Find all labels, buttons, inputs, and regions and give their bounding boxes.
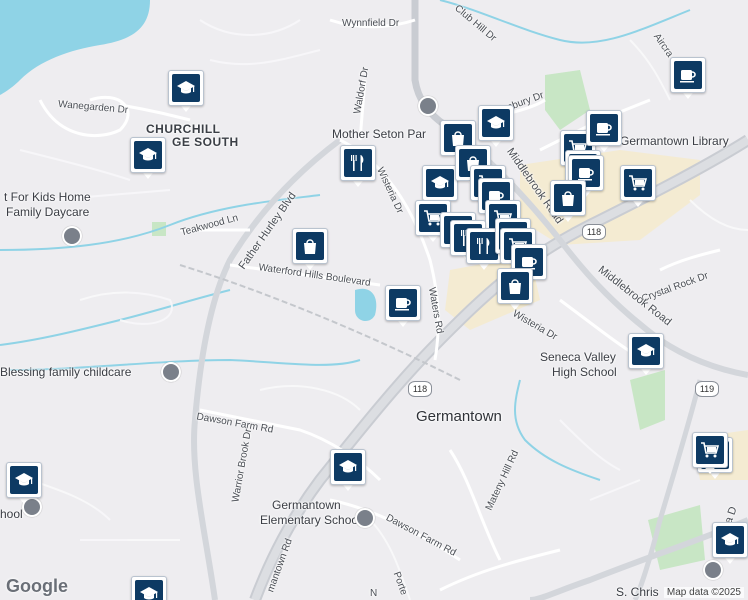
school-icon: [721, 533, 739, 546]
cafe-marker[interactable]: [670, 57, 706, 101]
route-119-shield: 119: [695, 381, 719, 397]
shopping-icon: [509, 279, 521, 294]
marker-frame: [168, 70, 204, 106]
label-s-chris: S. Chris: [616, 585, 659, 599]
marker-badge: [590, 114, 618, 142]
marker-frame: [712, 522, 748, 558]
marker-frame: [340, 145, 376, 181]
shopping-marker[interactable]: [497, 268, 533, 312]
marker-badge: [426, 169, 454, 197]
school-marker[interactable]: [131, 576, 167, 600]
label-wynnfield-dr: Wynnfield Dr: [342, 18, 400, 29]
cafe-marker[interactable]: [586, 110, 622, 154]
poi-blessing-childcare[interactable]: [161, 362, 181, 382]
marker-frame: [628, 333, 664, 369]
marker-frame: [131, 576, 167, 600]
marker-badge: [554, 184, 582, 212]
marker-badge: [482, 109, 510, 137]
marker-frame: [385, 285, 421, 321]
marker-badge: [389, 289, 417, 317]
route-118-shield-2: 118: [582, 224, 606, 240]
marker-badge: [344, 149, 372, 177]
map-canvas[interactable]: Wynnfield Dr Club Hill Dr Aircra Waldorf…: [0, 0, 748, 600]
school-icon: [431, 176, 449, 189]
marker-badge: [134, 141, 162, 169]
marker-frame: [292, 228, 328, 264]
school-marker[interactable]: [6, 462, 42, 506]
school-icon: [177, 81, 195, 94]
school-icon: [487, 116, 505, 129]
grocery-marker[interactable]: [620, 165, 656, 209]
school-icon: [637, 344, 655, 357]
grocery-icon: [701, 442, 720, 458]
label-germantown: Germantown: [416, 408, 502, 425]
restaurant-icon: [477, 238, 490, 254]
marker-frame: [422, 165, 458, 201]
school-marker[interactable]: [712, 522, 748, 566]
label-churchill: CHURCHILL: [146, 122, 221, 136]
grocery-icon: [629, 175, 648, 191]
cafe-marker[interactable]: [385, 285, 421, 329]
marker-frame: [670, 57, 706, 93]
label-germantown-library: Germantown Library: [620, 134, 729, 148]
restaurant-icon: [351, 155, 364, 171]
marker-badge: [135, 580, 163, 600]
poi-elementary-school[interactable]: [355, 508, 375, 528]
marker-badge: [674, 61, 702, 89]
marker-badge: [716, 526, 744, 554]
shopping-icon: [304, 239, 316, 254]
school-marker[interactable]: [130, 137, 166, 181]
poi-church[interactable]: [418, 96, 438, 116]
route-118-shield-1: 118: [408, 381, 432, 397]
shopping-marker[interactable]: [292, 228, 328, 272]
marker-frame: [692, 432, 728, 468]
marker-frame: [620, 165, 656, 201]
label-n: N: [370, 588, 378, 599]
label-churchill-south: GE SOUTH: [172, 135, 239, 149]
school-marker[interactable]: [168, 70, 204, 114]
marker-frame: [330, 449, 366, 485]
google-logo: Google: [6, 576, 68, 596]
cafe-icon: [596, 123, 612, 136]
marker-badge: [501, 272, 529, 300]
restaurant-marker[interactable]: [340, 145, 376, 189]
label-daycare-line1: t For Kids Home: [4, 190, 91, 204]
school-icon: [15, 473, 33, 486]
marker-frame: [6, 462, 42, 498]
marker-frame: [586, 110, 622, 146]
label-blessing-childcare: Blessing family childcare: [0, 365, 132, 379]
school-icon: [140, 587, 158, 600]
marker-frame: [550, 180, 586, 216]
marker-badge: [296, 232, 324, 260]
marker-frame: [497, 268, 533, 304]
label-school-left: hool: [0, 507, 23, 521]
marker-badge: [334, 453, 362, 481]
school-icon: [339, 460, 357, 473]
label-mother-seton: Mother Seton Par: [332, 127, 427, 141]
poi-daycare[interactable]: [62, 226, 82, 246]
marker-badge: [10, 466, 38, 494]
school-marker[interactable]: [628, 333, 664, 377]
label-seneca-valley: Seneca Valley: [540, 350, 616, 364]
school-marker[interactable]: [478, 105, 514, 149]
school-icon: [139, 148, 157, 161]
school-marker[interactable]: [330, 449, 366, 493]
marker-badge: [696, 436, 724, 464]
shopping-icon: [562, 191, 574, 206]
label-seneca-high-school: High School: [552, 365, 617, 379]
marker-frame: [478, 105, 514, 141]
marker-badge: [632, 337, 660, 365]
grocery-marker[interactable]: [692, 432, 728, 476]
marker-frame: [130, 137, 166, 173]
marker-badge: [624, 169, 652, 197]
marker-badge: [172, 74, 200, 102]
cafe-icon: [395, 298, 411, 311]
cafe-icon: [680, 70, 696, 83]
label-germantown-elementary-1: Germantown: [272, 498, 341, 512]
map-attribution[interactable]: Map data ©2025: [663, 587, 744, 598]
label-germantown-elementary-2: Elementary School: [260, 513, 361, 527]
shopping-marker[interactable]: [550, 180, 586, 224]
marker-badge: [470, 232, 498, 260]
label-daycare-line2: Family Daycare: [6, 205, 90, 219]
